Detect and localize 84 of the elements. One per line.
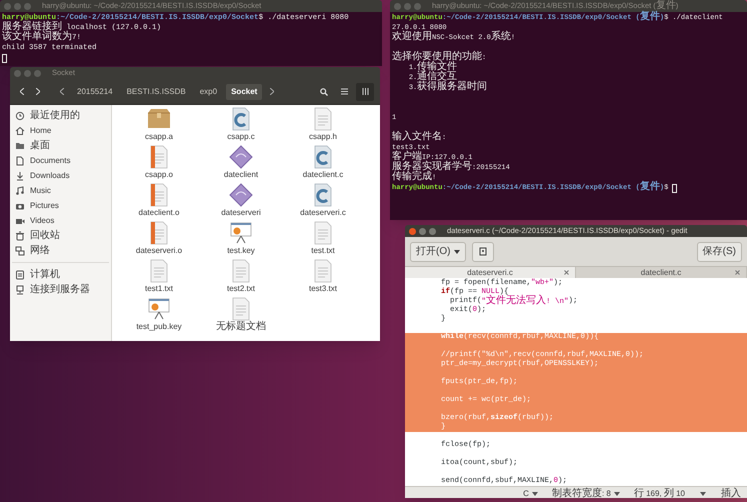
status-dropdown[interactable]: 制表符宽度: 8 (552, 488, 620, 498)
minimize-button[interactable] (14, 2, 21, 10)
status-dropdown[interactable]: C (523, 488, 538, 498)
save-button[interactable]: 保存(S) (696, 242, 742, 262)
close-icon (564, 270, 569, 275)
minimize-button[interactable] (24, 70, 31, 76)
file-name[interactable]: dateserveri.c (300, 207, 346, 218)
sidebar-item[interactable]: 回收站 (10, 228, 111, 243)
maximize-button[interactable] (429, 228, 436, 234)
file-name[interactable]: csapp.a (144, 131, 174, 142)
caret-icon (700, 492, 706, 496)
text-cursor (2, 54, 7, 62)
grid-view-button[interactable] (356, 82, 374, 100)
trash-icon (15, 230, 25, 240)
maximize-button[interactable] (414, 2, 421, 10)
file-name[interactable]: dateclient.c (302, 169, 344, 180)
chevron-left-icon (20, 88, 24, 95)
sidebar-item[interactable]: Pictures (10, 198, 111, 213)
download-icon (15, 170, 25, 180)
path-button[interactable]: Socket (226, 84, 262, 100)
close-button[interactable] (394, 2, 401, 10)
file-name[interactable]: dateserveri.o (136, 245, 182, 256)
minimize-button[interactable] (404, 2, 411, 10)
file-name[interactable]: test1.txt (144, 283, 173, 294)
network-icon (15, 246, 25, 256)
sidebar-item[interactable]: 网络 (10, 243, 111, 258)
sidebar-item[interactable]: 连接到服务器 (10, 282, 111, 297)
new-document-button[interactable] (472, 242, 494, 262)
file-name[interactable]: 无标题文档 (216, 321, 266, 332)
caret-icon (532, 492, 538, 496)
maximize-button[interactable] (34, 70, 41, 76)
music-note-icon (15, 186, 25, 196)
clock-icon (15, 110, 25, 120)
sidebar-item[interactable]: 计算机 (10, 267, 111, 282)
box-icon (146, 107, 172, 131)
open-button[interactable]: 打开(O) (410, 242, 466, 262)
folder-icon (15, 140, 25, 150)
sidebar-item[interactable]: Music (10, 183, 111, 198)
sidebar-item[interactable]: Downloads (10, 168, 111, 183)
path-button[interactable]: 20155214 (72, 84, 118, 100)
maximize-button[interactable] (24, 2, 31, 10)
sidebar-item[interactable]: Videos (10, 213, 111, 228)
file-name[interactable]: csapp.o (144, 169, 174, 180)
file-name[interactable]: dateclient (224, 169, 258, 180)
sidebar-item[interactable]: Documents (10, 153, 111, 168)
list-icon (340, 88, 348, 95)
file-name[interactable]: test.key (227, 245, 255, 256)
path-button[interactable]: BESTI.IS.ISSDB (122, 84, 191, 100)
close-button[interactable] (409, 228, 416, 234)
file-name[interactable]: test_pub.key (136, 321, 182, 332)
close-icon (735, 270, 740, 275)
file-name[interactable]: csapp.h (308, 131, 338, 142)
search-icon (320, 88, 328, 96)
close-button[interactable] (14, 70, 21, 76)
diamond-icon (228, 183, 254, 207)
grid-icon (362, 88, 368, 95)
document-plus-icon (479, 247, 488, 256)
document-icon (15, 156, 25, 166)
sidebar-item[interactable]: Home (10, 123, 111, 138)
file-name[interactable]: test2.txt (226, 283, 255, 294)
sidebar-item[interactable]: 最近使用的 (10, 108, 111, 123)
caret-icon (454, 250, 460, 254)
presentation-icon (146, 297, 172, 321)
minimize-button[interactable] (419, 228, 426, 234)
sidebar-item[interactable]: 桌面 (10, 138, 111, 153)
file-name[interactable]: dateclient.o (138, 207, 180, 218)
status-text: 行 169, 列 10 (634, 488, 685, 498)
tab[interactable]: dateserveri.c (405, 267, 576, 278)
chevron-right-icon (270, 88, 274, 95)
computer-icon (15, 270, 25, 280)
server-icon (15, 284, 25, 294)
chevron-left-icon (60, 88, 64, 95)
file-name[interactable]: test.txt (311, 245, 335, 256)
status-text: 插入 (721, 488, 741, 498)
file-name[interactable]: csapp.c (227, 131, 255, 142)
file-name[interactable]: test3.txt (308, 283, 337, 294)
presentation-icon (228, 221, 254, 245)
file-name[interactable]: dateserveri (221, 207, 261, 218)
home-icon (15, 126, 25, 136)
caret-icon (614, 492, 620, 496)
chevron-right-icon (36, 88, 40, 95)
path-button[interactable]: exp0 (194, 84, 222, 100)
close-button[interactable] (4, 2, 11, 10)
diamond-icon (228, 145, 254, 169)
